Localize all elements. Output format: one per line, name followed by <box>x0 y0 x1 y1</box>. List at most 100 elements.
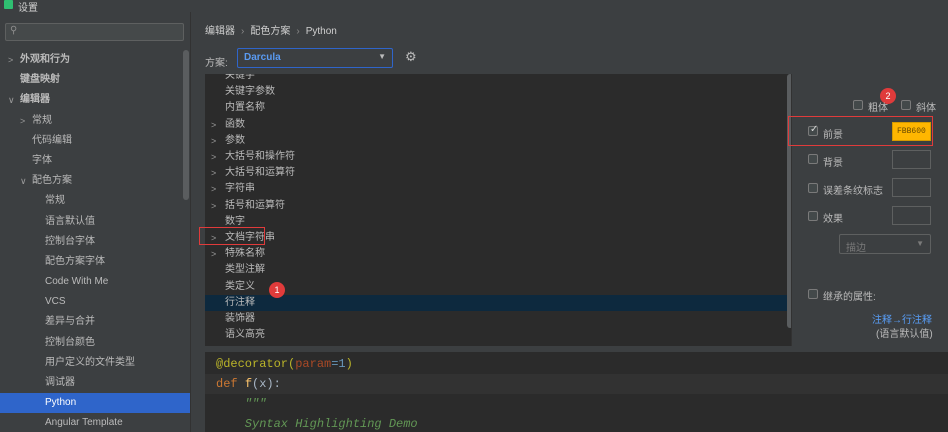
sidebar-scrollbar[interactable] <box>183 50 189 200</box>
chevron-down-icon[interactable]: ∨ <box>8 90 15 110</box>
tree-item[interactable]: 类定义 <box>205 279 791 295</box>
sidebar-item[interactable]: ∨ 编辑器 <box>0 90 190 110</box>
sidebar-item-label: 代码编辑 <box>32 134 72 146</box>
tree-item[interactable]: > 函数 <box>205 117 791 133</box>
bold-checkbox[interactable] <box>853 100 863 110</box>
chevron-right-icon[interactable]: > <box>211 149 216 165</box>
tree-item[interactable]: > 文档字符串 <box>205 230 791 246</box>
tree-item-label: 关键字 <box>225 74 255 81</box>
inherit-link[interactable]: 注释→行注释 <box>872 311 932 326</box>
code-line: Syntax Highlighting Demo <box>216 414 418 432</box>
tree-item[interactable]: 关键字参数 <box>205 84 791 100</box>
scheme-dropdown[interactable]: Darcula ▼ <box>237 48 393 68</box>
tree-item[interactable]: 行注释 <box>205 294 791 311</box>
background-checkbox[interactable] <box>808 154 818 164</box>
chevron-right-icon[interactable]: > <box>8 50 13 70</box>
breadcrumb-color-scheme[interactable]: 配色方案 <box>250 26 290 37</box>
code-token: """ <box>216 397 267 411</box>
effect-type-dropdown[interactable]: 描边 ▼ <box>839 234 931 254</box>
chevron-down-icon[interactable]: ∨ <box>20 171 27 191</box>
chevron-right-icon[interactable]: > <box>211 165 216 181</box>
tree-item-label: 大括号和运算符 <box>225 167 295 179</box>
sidebar-item[interactable]: VCS <box>0 292 190 312</box>
inherited-checkbox[interactable] <box>808 289 818 299</box>
sidebar-item[interactable]: 用户定义的文件类型 <box>0 353 190 373</box>
sidebar-item-label: 配色方案字体 <box>45 255 105 267</box>
foreground-checkbox[interactable] <box>808 124 818 136</box>
tree-item[interactable]: 内置名称 <box>205 100 791 116</box>
tree-item[interactable]: > 大括号和运算符 <box>205 165 791 181</box>
gear-icon[interactable]: ⚙ <box>405 49 417 65</box>
effects-checkbox[interactable] <box>808 211 818 221</box>
tree-item-label: 内置名称 <box>225 102 265 114</box>
attribute-options: 2 粗体 斜体 前景 FBB600 背景 误差条纹标志 效果 描边 ▼ 继承的属… <box>788 74 948 346</box>
sidebar-item[interactable]: > 常规 <box>0 111 190 131</box>
attribute-tree: 语义高亮 装饰器 行注释 类定义 类型注解 > 特殊名称 > 文档字符串 数字 > 括号和运算符 > 字符… <box>205 74 791 346</box>
sidebar-item-label: Python <box>45 397 77 409</box>
error-stripe-color-swatch[interactable] <box>892 178 931 197</box>
foreground-color-swatch[interactable]: FBB600 <box>892 122 931 141</box>
sidebar-item[interactable]: 常规 <box>0 191 190 211</box>
sidebar-item[interactable]: 调试器 <box>0 373 190 393</box>
effects-color-swatch[interactable] <box>892 206 931 225</box>
sidebar-item[interactable]: 控制台颜色 <box>0 333 190 353</box>
tree-item[interactable]: 关键字 <box>205 74 791 84</box>
step-badge-1: 1 <box>269 282 285 298</box>
tree-item-label: 大括号和操作符 <box>225 151 295 162</box>
sidebar-item[interactable]: 差异与合并 <box>0 312 190 332</box>
code-token: (x): <box>252 377 281 391</box>
sidebar-item[interactable]: ∨ 配色方案 <box>0 171 190 191</box>
foreground-label: 前景 <box>823 130 843 141</box>
sidebar-item-label: 语言默认值 <box>45 215 95 227</box>
tree-item[interactable]: 语义高亮 <box>205 327 791 343</box>
sidebar-item[interactable]: Python <box>0 393 190 414</box>
sidebar-item[interactable]: 代码编辑 <box>0 131 190 151</box>
tree-item[interactable]: 数字 <box>205 214 791 230</box>
breadcrumb: 编辑器 › 配色方案 › Python <box>205 22 337 37</box>
tree-item[interactable]: > 参数 <box>205 133 791 149</box>
sidebar-item[interactable]: 键盘映射 <box>0 70 190 90</box>
tree-item[interactable]: > 大括号和操作符 <box>205 149 791 165</box>
chevron-right-icon[interactable]: > <box>211 133 216 149</box>
chevron-right-icon[interactable]: > <box>20 111 25 131</box>
sidebar-item[interactable]: 字体 <box>0 151 190 171</box>
chevron-right-icon[interactable]: > <box>211 181 216 197</box>
sidebar-item[interactable]: 语言默认值 <box>0 212 190 232</box>
search-input[interactable]: ⚲ <box>5 23 184 41</box>
sidebar-item-label: 编辑器 <box>20 94 50 106</box>
foreground-color-value: FBB600 <box>897 127 926 136</box>
sidebar-item[interactable]: Code With Me <box>0 272 190 292</box>
error-stripe-checkbox[interactable] <box>808 183 818 193</box>
breadcrumb-editor[interactable]: 编辑器 <box>205 26 235 37</box>
sidebar-item-label: 字体 <box>32 154 52 166</box>
breadcrumb-sep: › <box>296 26 300 37</box>
tree-item[interactable]: 类型注解 <box>205 262 791 278</box>
chevron-right-icon[interactable]: > <box>211 198 216 214</box>
sidebar-item-label: 键盘映射 <box>20 74 60 86</box>
sidebar-item[interactable]: > 外观和行为 <box>0 50 190 70</box>
sidebar-item[interactable]: 配色方案字体 <box>0 252 190 272</box>
breadcrumb-python: Python <box>305 26 337 37</box>
background-color-swatch[interactable] <box>892 150 931 169</box>
chevron-right-icon[interactable]: > <box>211 117 216 133</box>
italic-checkbox[interactable] <box>901 100 911 110</box>
code-preview[interactable]: @decorator(param=1) def f(x): """ Syntax … <box>205 352 948 432</box>
chevron-down-icon: ▼ <box>916 239 924 248</box>
tree-item[interactable]: > 字符串 <box>205 181 791 197</box>
sidebar-item-label: 调试器 <box>45 377 75 388</box>
sidebar-item-label: VCS <box>45 296 66 308</box>
sidebar-item[interactable]: 控制台字体 <box>0 232 190 252</box>
tree-item-label: 语义高亮 <box>225 329 265 341</box>
code-token: Syntax Highlighting Demo <box>216 417 418 431</box>
tree-item[interactable]: > 特殊名称 <box>205 246 791 262</box>
tree-item[interactable]: > 括号和运算符 <box>205 198 791 214</box>
chevron-right-icon[interactable]: > <box>211 246 216 262</box>
tree-item[interactable]: 装饰器 <box>205 311 791 327</box>
sidebar-item-label: 常规 <box>45 195 65 207</box>
sidebar-item[interactable]: Angular Template <box>0 413 190 432</box>
tree-item-label: 括号和运算符 <box>225 199 285 211</box>
settings-sidebar: ⚲ > 外观和行为键盘映射 ∨ 编辑器 > 常规代码编辑字体 ∨ 配色方案常规语言默认值控制台… <box>0 12 190 432</box>
chevron-down-icon: ▼ <box>378 52 386 61</box>
scheme-label: 方案: <box>205 58 228 69</box>
italic-label: 斜体 <box>916 103 936 114</box>
